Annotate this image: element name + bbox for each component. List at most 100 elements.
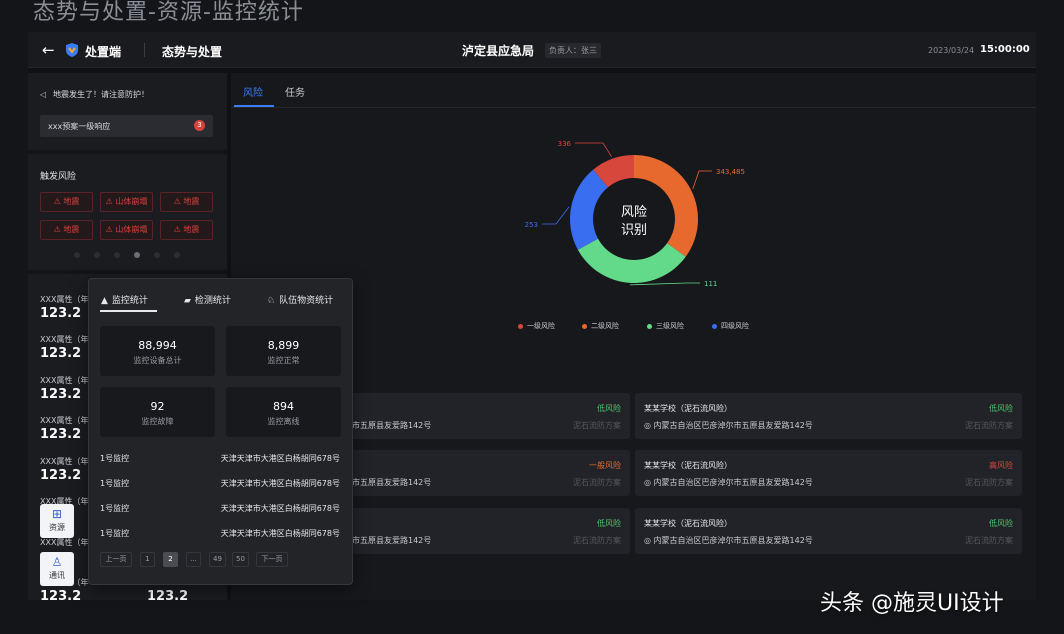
monitor-name[interactable]: 1号监控 bbox=[100, 528, 129, 539]
monitor-name[interactable]: 1号监控 bbox=[100, 453, 129, 464]
attr-value: 123.2 bbox=[40, 589, 82, 600]
risk-tag[interactable]: ⚠ 地震 bbox=[160, 220, 213, 240]
legend-dot bbox=[712, 323, 717, 329]
risk-tag[interactable]: ⚠ 地震 bbox=[40, 220, 93, 240]
card-title: 某某学校（泥石流风险） bbox=[644, 404, 732, 413]
donut-data-label: 111 bbox=[704, 280, 717, 288]
carousel-dot[interactable] bbox=[74, 252, 80, 258]
legend-item: 一级风险 bbox=[518, 321, 555, 331]
monitor-name[interactable]: 1号监控 bbox=[100, 478, 129, 489]
stat-value: 894 bbox=[273, 400, 294, 413]
prev-page-button[interactable]: 上一页 bbox=[100, 552, 132, 567]
location-pin-icon: ◎ bbox=[644, 421, 654, 430]
monitor-address: 天津天津市大港区白杨胡同678号 bbox=[220, 479, 340, 488]
legend-label: 一级风险 bbox=[527, 322, 555, 330]
popup-tab-monitor[interactable]: ▲ 监控统计 bbox=[101, 293, 148, 306]
risk-card[interactable]: 某某学校（泥石流风险） ◎ 内蒙古自治区巴彦淖尔市五原县友爱路142号 低风险 … bbox=[635, 393, 1022, 439]
card-plan: 泥石流防方案 bbox=[573, 421, 621, 430]
donut-center-label: 识别 bbox=[621, 223, 647, 238]
back-arrow-icon[interactable]: ← bbox=[42, 41, 55, 59]
grid-icon: ⊞ bbox=[51, 507, 63, 521]
header-date: 2023/03/24 bbox=[928, 46, 975, 55]
resource-button[interactable]: ⊞ 资源 bbox=[40, 504, 74, 538]
legend-item: 四级风险 bbox=[712, 321, 749, 331]
active-tab-indicator bbox=[100, 310, 157, 312]
popup-tab-label: 检测统计 bbox=[194, 296, 231, 306]
card-address: 市五原县友爱路142号 bbox=[352, 478, 432, 487]
stat-total: 88,994 监控设备总计 bbox=[100, 326, 215, 376]
carousel-dot[interactable] bbox=[114, 252, 120, 258]
donut-data-label: 253 bbox=[525, 221, 538, 229]
monitor-stats-popup: ▲ 监控统计 ▰ 检测统计 ♘ 队伍物资统计 88,994 监控设备总计 8,899 … bbox=[88, 278, 353, 585]
attr-label: XXX属性（年 bbox=[40, 416, 89, 425]
stat-normal: 8,899 监控正常 bbox=[226, 326, 341, 376]
card-plan: 泥石流防方案 bbox=[573, 478, 621, 487]
donut-data-label: 336 bbox=[558, 140, 572, 148]
monitor-address: 天津天津市大港区白杨胡同678号 bbox=[220, 454, 340, 463]
attr-value: 123.2 bbox=[40, 306, 82, 321]
donut-leader-line bbox=[575, 142, 612, 158]
team-icon: ♘ bbox=[267, 296, 276, 306]
popup-tab-detection[interactable]: ▰ 检测统计 bbox=[184, 293, 231, 306]
attr-value: 123.2 bbox=[40, 346, 82, 361]
risk-tag[interactable]: ⚠ 地震 bbox=[40, 192, 93, 212]
stat-label: 监控离线 bbox=[267, 417, 300, 426]
risk-donut-chart: 风险 识别 343,485 111 253 336 bbox=[525, 140, 745, 288]
donut-center-label: 风险 bbox=[621, 205, 647, 220]
carousel-dot[interactable] bbox=[154, 252, 160, 258]
attr-label: XXX属性（年 bbox=[40, 457, 89, 466]
plan-response-item[interactable]: xxx预案一级响应 3 bbox=[40, 115, 213, 137]
page-button[interactable]: 50 bbox=[232, 552, 249, 567]
stat-value: 92 bbox=[150, 400, 165, 413]
page-button-current[interactable]: 2 bbox=[163, 552, 178, 567]
chart-icon: ▰ bbox=[184, 296, 191, 306]
risk-tag[interactable]: ⚠ 地震 bbox=[160, 192, 213, 212]
monitor-address: 天津天津市大港区白杨胡同678号 bbox=[220, 504, 340, 513]
risk-card[interactable]: 某某学校（泥石流风险） ◎ 内蒙古自治区巴彦淖尔市五原县友爱路142号 高风险 … bbox=[635, 450, 1022, 496]
donut-data-label: 343,485 bbox=[716, 168, 745, 176]
attr-value: 123.2 bbox=[40, 427, 82, 442]
monitor-name[interactable]: 1号监控 bbox=[100, 503, 129, 514]
card-title: 某某学校（泥石流风险） bbox=[644, 461, 732, 470]
section-divider bbox=[28, 270, 227, 274]
page-button[interactable]: 1 bbox=[140, 552, 155, 567]
legend-label: 二级风险 bbox=[591, 322, 619, 330]
risk-heading: 触发风险 bbox=[40, 172, 77, 182]
carousel-dot[interactable] bbox=[174, 252, 180, 258]
card-plan: 泥石流防方案 bbox=[965, 536, 1013, 545]
risk-tag[interactable]: ⚠ 山体崩塌 bbox=[100, 192, 153, 212]
monitor-address: 天津天津市大港区白杨胡同678号 bbox=[220, 529, 340, 538]
risk-tag[interactable]: ⚠ 山体崩塌 bbox=[100, 220, 153, 240]
carousel-dot[interactable] bbox=[94, 252, 100, 258]
next-page-button[interactable]: 下一页 bbox=[256, 552, 288, 567]
app-name: 处置端 bbox=[85, 45, 122, 59]
location-pin-icon: ◎ bbox=[644, 478, 654, 487]
legend-label: 四级风险 bbox=[721, 322, 749, 330]
stat-label: 监控故障 bbox=[141, 417, 174, 426]
legend-item: 二级风险 bbox=[582, 321, 619, 331]
stat-label: 监控正常 bbox=[267, 356, 300, 365]
header-time: 15:00:00 bbox=[980, 44, 1030, 55]
watermark: 头条 @施灵UI设计 bbox=[820, 591, 1004, 616]
page-ellipsis: ... bbox=[186, 552, 201, 567]
donut-leader-line bbox=[542, 206, 570, 225]
attr-label: XXX属性（年 bbox=[40, 376, 89, 385]
page-button[interactable]: 49 bbox=[209, 552, 226, 567]
legend-dot bbox=[582, 323, 587, 329]
legend-dot bbox=[518, 323, 523, 329]
attr-value: 123.2 bbox=[40, 468, 82, 483]
location-pin-icon: ◎ bbox=[644, 536, 654, 545]
card-address: 市五原县友爱路142号 bbox=[352, 421, 432, 430]
card-plan: 泥石流防方案 bbox=[965, 421, 1013, 430]
stat-fault: 92 监控故障 bbox=[100, 387, 215, 437]
card-risk-level: 低风险 bbox=[597, 404, 621, 413]
contact-button[interactable]: ♙ 通讯 bbox=[40, 552, 74, 586]
card-address: ◎ 内蒙古自治区巴彦淖尔市五原县友爱路142号 bbox=[644, 535, 813, 546]
card-risk-level: 高风险 bbox=[989, 461, 1013, 470]
carousel-dot-active[interactable] bbox=[134, 252, 140, 258]
risk-card[interactable]: 某某学校（泥石流风险） ◎ 内蒙古自治区巴彦淖尔市五原县友爱路142号 低风险 … bbox=[635, 508, 1022, 554]
stat-value: 8,899 bbox=[267, 339, 300, 352]
page-title: 态势与处置-资源-监控统计 bbox=[33, 0, 304, 25]
stat-offline: 894 监控离线 bbox=[226, 387, 341, 437]
popup-tab-supplies[interactable]: ♘ 队伍物资统计 bbox=[267, 293, 333, 306]
